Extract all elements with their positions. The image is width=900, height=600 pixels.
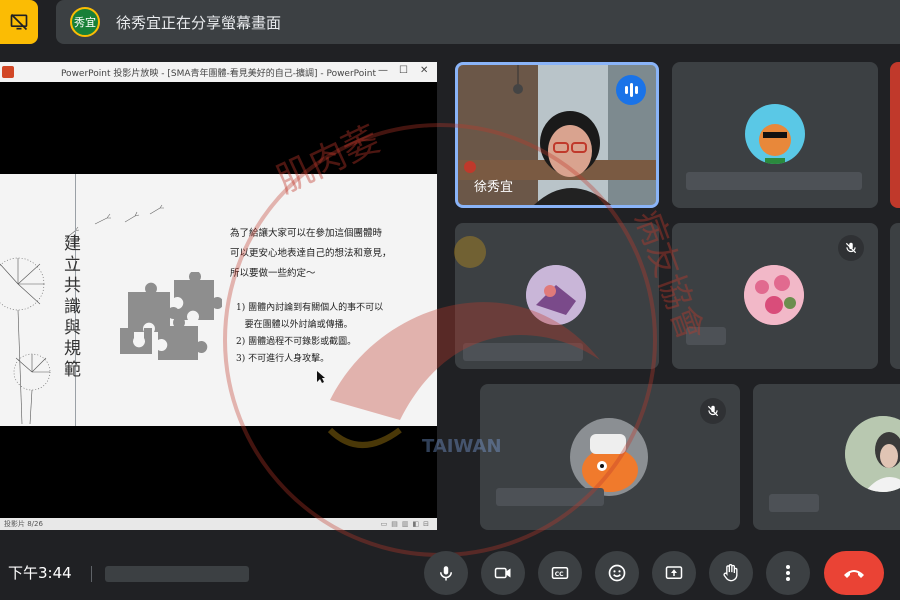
maximize-icon[interactable]: ☐: [399, 65, 408, 76]
participant-tile[interactable]: [753, 384, 900, 530]
mic-off-icon: [700, 398, 726, 424]
participant-name: 徐秀宜: [474, 180, 514, 195]
puzzle-pieces-illustration: [120, 272, 222, 360]
avatar: [744, 265, 804, 325]
name-redacted: [686, 172, 862, 190]
participant-tile[interactable]: [480, 384, 740, 530]
meeting-code-redacted: [105, 566, 249, 582]
intro-line: 為了給讓大家可以在參加這個團體時: [230, 228, 383, 239]
clock: 下午3:44: [8, 564, 72, 582]
name-redacted: [686, 327, 726, 345]
minimize-icon[interactable]: —: [378, 65, 388, 76]
name-redacted: [769, 494, 819, 512]
slide-title: 建立共識與規範: [64, 234, 81, 380]
captions-icon[interactable]: CC: [538, 551, 582, 595]
divider: [91, 566, 92, 582]
participant-tile[interactable]: [455, 223, 659, 369]
participant-tile[interactable]: [672, 62, 878, 208]
slide-intro: 為了給讓大家可以在參加這個團體時 可以更安心地表達自己的想法和意見， 所以要做一…: [230, 224, 392, 284]
name-redacted: [463, 343, 583, 361]
avatar: [845, 416, 900, 492]
participant-tile-partial[interactable]: [890, 223, 900, 369]
avatar: [570, 418, 648, 496]
intro-line: 所以要做一些約定～: [230, 268, 316, 279]
powerpoint-statusbar: 投影片 8/26 ▭▤▥◧⊟: [0, 518, 437, 530]
rule-line: 要在團體以外討論或傳播。: [236, 320, 353, 330]
end-call-icon[interactable]: [824, 551, 884, 595]
rule-line: 3) 不可進行人身攻擊。: [236, 354, 330, 364]
avatar: [745, 104, 805, 164]
camera-icon[interactable]: [481, 551, 525, 595]
mic-icon[interactable]: [424, 551, 468, 595]
slide: 建立共識與規範 為了給讓大家可以在參加這個團體時 可以更安心地表達自己的想法和意…: [0, 174, 437, 426]
participant-tile-speaker[interactable]: 徐秀宜: [455, 62, 659, 208]
meet-window: 秀宜 徐秀宜正在分享螢幕畫面 PowerPoint 投影片放映 - [SMA青年…: [0, 0, 900, 600]
more-options-icon[interactable]: [766, 551, 810, 595]
powerpoint-logo-icon: [2, 66, 14, 78]
sharing-text: 徐秀宜正在分享螢幕畫面: [116, 13, 282, 32]
participant-tile-partial[interactable]: [890, 62, 900, 208]
powerpoint-titlebar: PowerPoint 投影片放映 - [SMA青年團體-看見美好的自己-擴調] …: [0, 62, 437, 82]
rule-line: 1) 團體內討論到有關個人的事不可以: [236, 303, 384, 313]
avatar: [526, 265, 586, 325]
view-icons[interactable]: ▭▤▥◧⊟: [381, 520, 433, 528]
close-icon[interactable]: ✕: [420, 65, 428, 76]
svg-text:CC: CC: [555, 571, 564, 578]
present-screen-icon[interactable]: [652, 551, 696, 595]
participant-tile[interactable]: [672, 223, 878, 369]
window-title: PowerPoint 投影片放映 - [SMA青年團體-看見美好的自己-擴調] …: [60, 68, 377, 79]
intro-line: 可以更安心地表達自己的想法和意見，: [230, 248, 392, 259]
screen-share[interactable]: PowerPoint 投影片放映 - [SMA青年團體-看見美好的自己-擴調] …: [0, 62, 437, 530]
mouse-cursor-icon: [317, 371, 325, 383]
raise-hand-icon[interactable]: [709, 551, 753, 595]
speaking-icon: [616, 75, 646, 105]
rule-line: 2) 團體過程不可錄影或截圖。: [236, 337, 357, 347]
sharing-banner: 秀宜 徐秀宜正在分享螢幕畫面: [56, 0, 900, 44]
presenter-avatar: 秀宜: [70, 7, 100, 37]
emoji-icon[interactable]: [595, 551, 639, 595]
name-redacted: [496, 488, 604, 506]
present-off-icon[interactable]: [0, 0, 38, 44]
mic-off-icon: [838, 235, 864, 261]
slide-rules: 1) 團體內討論到有關個人的事不可以 要在團體以外討論或傳播。 2) 團體過程不…: [236, 300, 383, 368]
slide-counter: 投影片 8/26: [4, 520, 43, 528]
dandelion-illustration: [0, 257, 51, 424]
